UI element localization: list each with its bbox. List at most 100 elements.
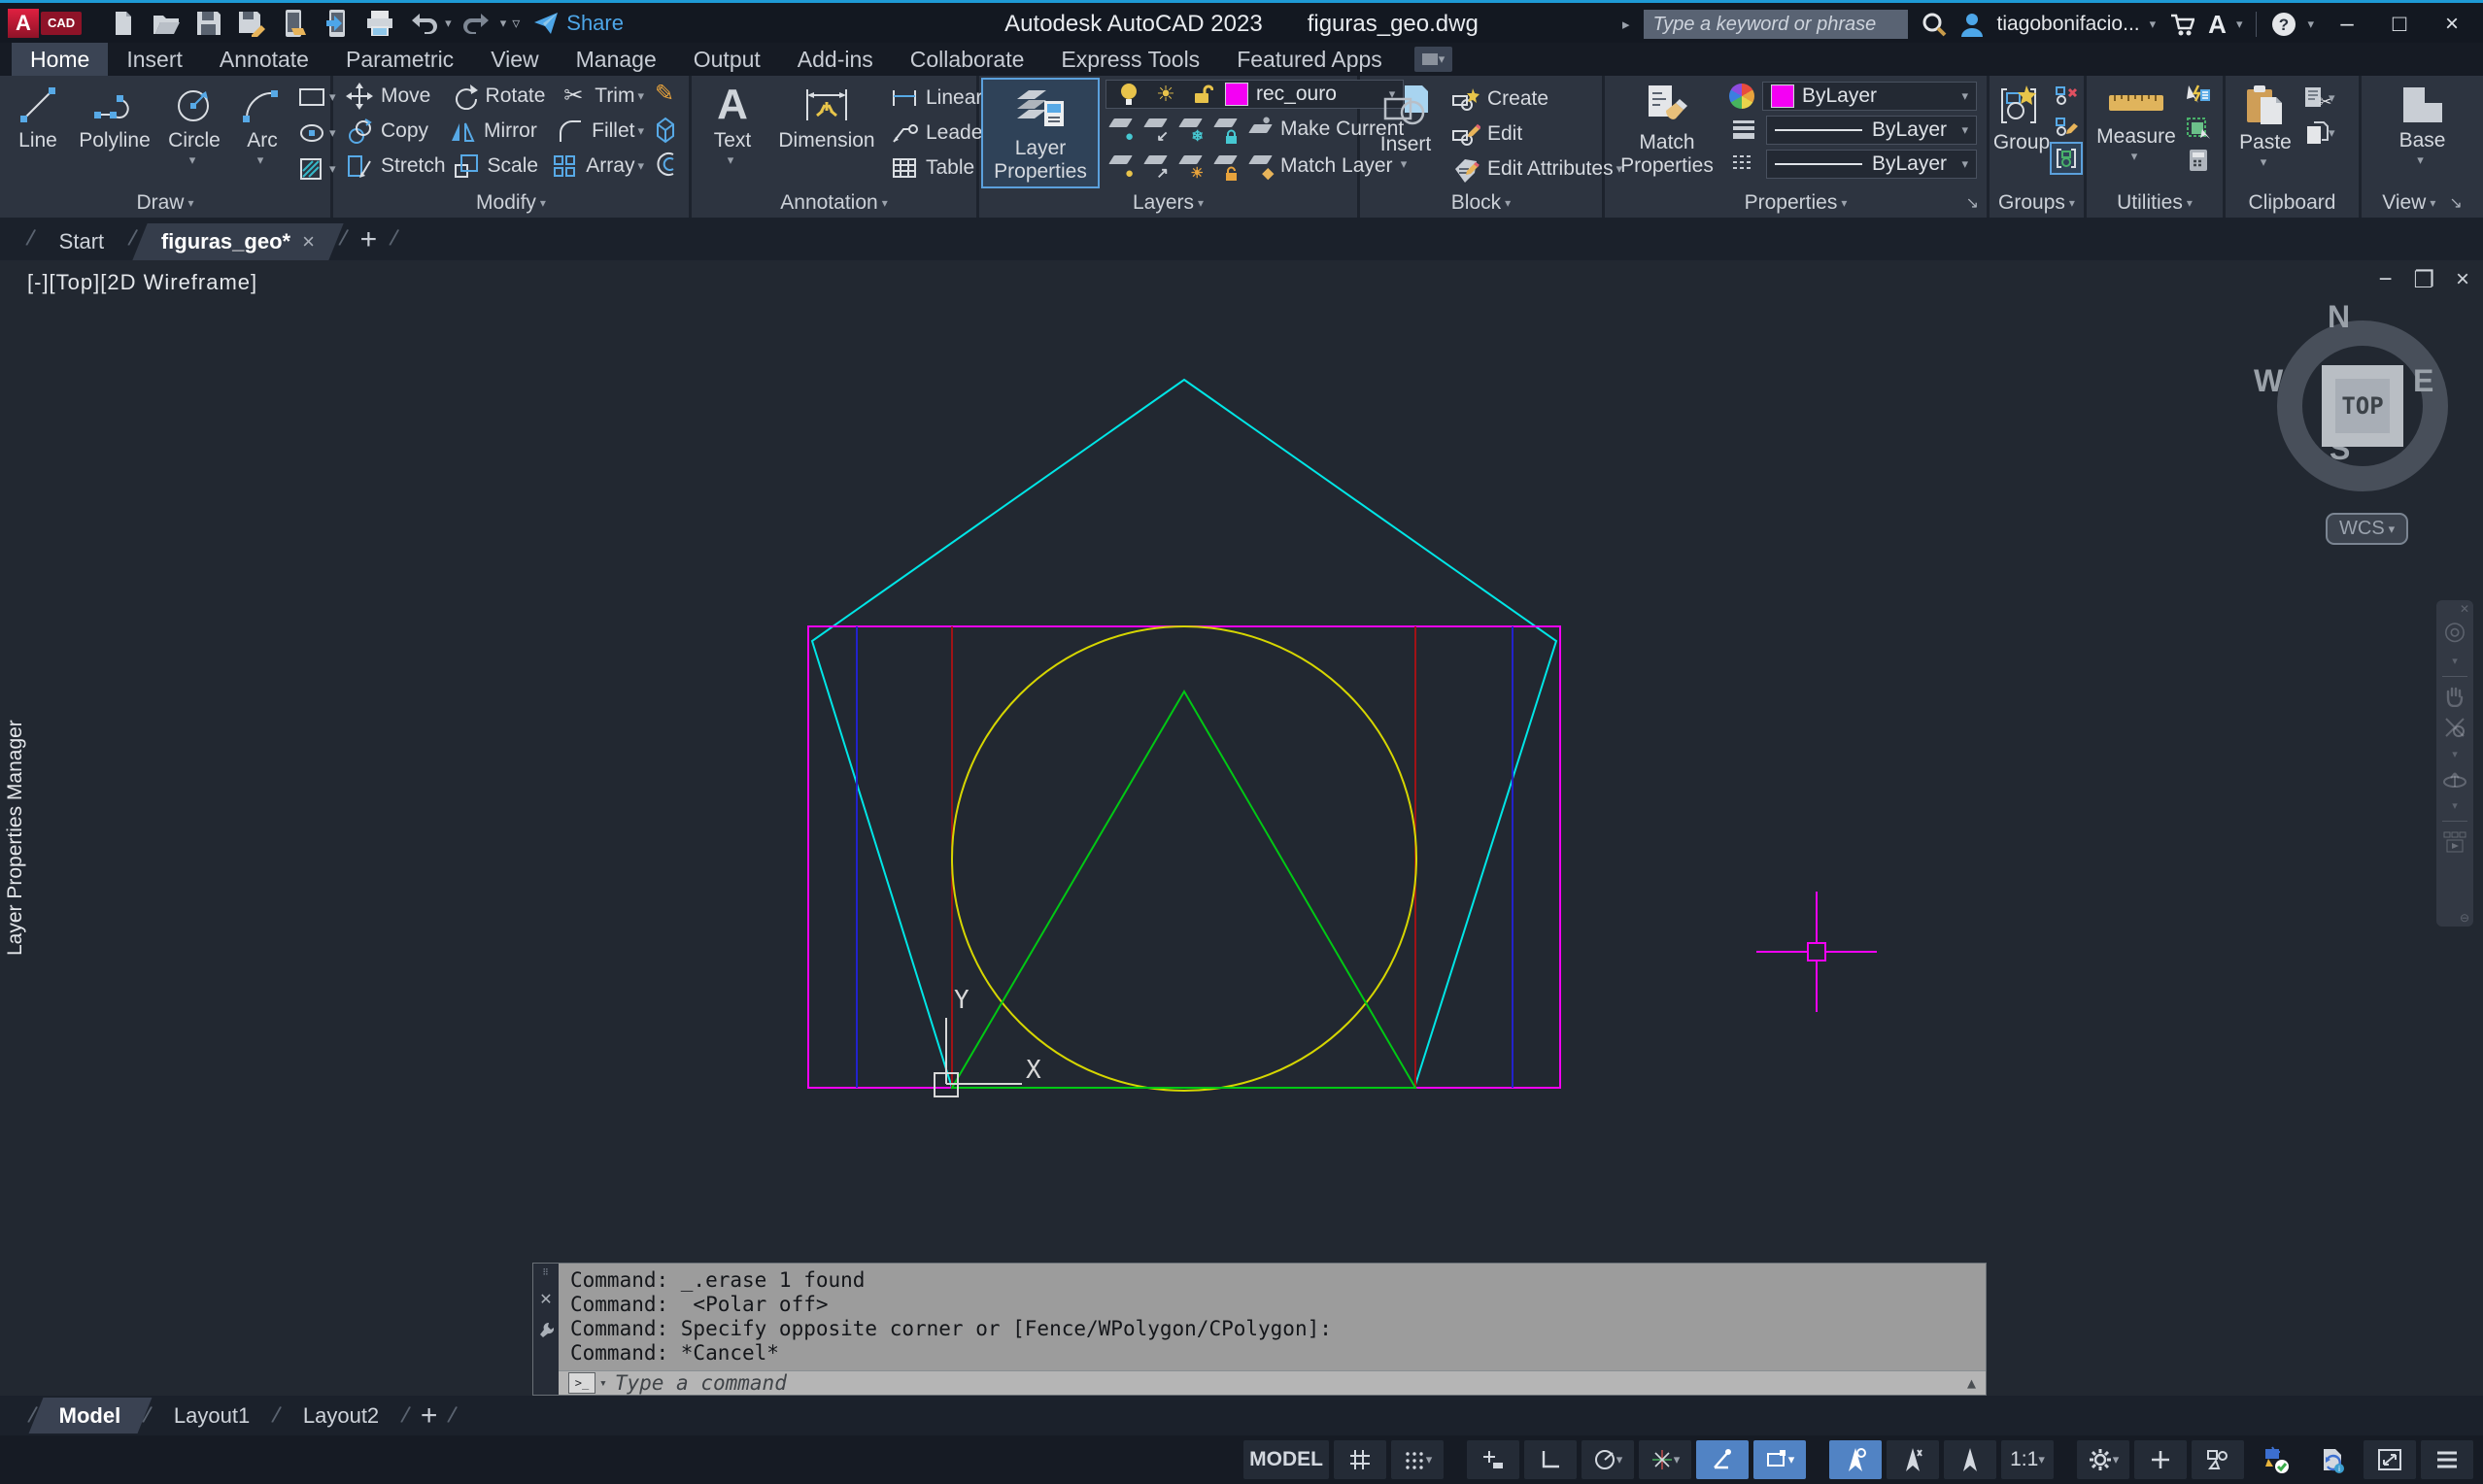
layer-lock-icon[interactable] [1210,115,1240,144]
quick-calculator-icon[interactable] [2184,146,2213,175]
copy-clip-dropdown-icon[interactable]: ▾ [2329,125,2335,141]
layer-thaw-sun-icon[interactable]: ☀ [1151,80,1180,109]
dynamic-input-toggle[interactable]: ▾ [1753,1440,1806,1479]
new-layout-button[interactable]: + [409,1396,450,1435]
layer-unlock-icon[interactable] [1188,80,1217,109]
array-dropdown-icon[interactable]: ▾ [637,158,644,174]
command-wrench-icon[interactable] [538,1321,554,1338]
panel-draw-label[interactable]: Draw▾ [0,191,330,215]
tab-add-ins[interactable]: Add-ins [779,43,892,76]
rectangle-tool-icon[interactable] [297,83,326,112]
annotation-monitor-button[interactable] [2134,1440,2187,1479]
open-from-web-mobile-icon[interactable] [278,8,311,39]
otrack-dropdown-icon[interactable]: ▾ [1674,1452,1681,1467]
workspace-switching-button[interactable]: ▾ [2077,1440,2129,1479]
paste-button[interactable]: Paste ▾ [2233,80,2297,185]
new-drawing-tab-button[interactable]: + [360,223,378,256]
layer-on-all-icon[interactable]: ● [1105,152,1135,181]
base-view-tool[interactable]: Base ▾ [2386,80,2460,185]
help-icon[interactable]: ? [2270,11,2297,38]
layer-unisolate-icon[interactable]: ↗ [1140,152,1170,181]
tab-layout1[interactable]: Layout1 [151,1396,273,1435]
maximize-button[interactable]: □ [2380,5,2419,44]
wcs-dropdown[interactable]: WCS▾ [2326,513,2408,545]
autodesk-dropdown-icon[interactable]: ▾ [2236,17,2243,32]
lineweight-dropdown[interactable]: ByLayer ▾ [1766,116,1977,145]
new-file-icon[interactable] [107,8,140,39]
panel-layers-label[interactable]: Layers▾ [979,191,1357,215]
workspace-dropdown-icon[interactable]: ▾ [2113,1452,2120,1467]
pan-hand-icon[interactable] [2443,686,2466,707]
app-store-cart-icon[interactable] [2169,12,2194,37]
insert-dropdown-icon[interactable]: ▾ [1401,156,1408,172]
viewcube-top-face[interactable]: TOP [2322,365,2403,447]
model-space-toggle[interactable]: MODEL [1243,1440,1329,1479]
viewcube-north[interactable]: N [2328,299,2350,335]
viewport-controls-label[interactable]: [-][Top][2D Wireframe] [27,270,257,295]
ortho-toggle[interactable] [1524,1440,1577,1479]
minimize-button[interactable]: – [2328,5,2366,44]
plot-icon[interactable] [363,8,396,39]
tab-model[interactable]: Model [36,1396,145,1435]
undo-dropdown-icon[interactable]: ▾ [445,16,452,31]
tab-express-tools[interactable]: Express Tools [1042,43,1218,76]
zoom-dropdown-icon[interactable]: ▾ [2452,748,2458,760]
arc-dropdown-icon[interactable]: ▾ [257,152,264,168]
tab-layout2[interactable]: Layout2 [280,1396,402,1435]
zoom-extents-icon[interactable] [2443,716,2466,739]
tab-manage[interactable]: Manage [558,43,675,76]
viewport-restore-icon[interactable]: ❐ [2413,266,2434,294]
scale-tool[interactable]: Scale [452,150,545,183]
tab-featured-apps[interactable]: Featured Apps [1218,43,1401,76]
circle-dropdown-icon[interactable]: ▾ [189,152,196,168]
search-expand-icon[interactable]: ▸ [1622,16,1630,33]
panel-properties-label[interactable]: Properties▾ [1605,191,1987,215]
panel-utilities-label[interactable]: Utilities▾ [2087,191,2223,215]
annotation-visibility-toggle[interactable] [1829,1440,1882,1479]
save-icon[interactable] [192,8,225,39]
tab-insert[interactable]: Insert [108,43,201,76]
hardware-acceleration-button[interactable] [2249,1440,2301,1479]
hatch-tool-icon[interactable] [297,154,326,184]
dynamic-input-dropdown-icon[interactable]: ▾ [1788,1452,1795,1467]
close-button[interactable]: × [2432,5,2471,44]
panel-groups-label[interactable]: Groups▾ [1990,191,2084,215]
copy-tool[interactable]: Copy [345,115,442,148]
measure-tool[interactable]: Measure ▾ [2092,80,2180,185]
navbar-close-icon[interactable]: ✕ [2460,602,2469,616]
edit-block-tool[interactable]: Edit [1451,118,1622,149]
match-properties-button[interactable]: Match Properties [1613,80,1721,185]
polyline-tool[interactable]: Polyline [74,80,155,185]
select-similar-icon[interactable] [2184,114,2213,143]
open-folder-icon[interactable] [150,8,183,39]
grid-toggle[interactable] [1334,1440,1386,1479]
panel-modify-label[interactable]: Modify▾ [333,191,689,215]
object-snap-tracking-toggle[interactable]: ▾ [1639,1440,1691,1479]
circle-tool[interactable]: Circle ▾ [161,80,227,185]
command-expand-icon[interactable]: ▲ [1967,1374,1976,1392]
scale-dropdown-icon[interactable]: ▾ [2038,1452,2045,1467]
undo-icon[interactable] [406,8,439,39]
fillet-dropdown-icon[interactable]: ▾ [637,123,644,139]
help-dropdown-icon[interactable]: ▾ [2307,17,2314,32]
linetype-dropdown[interactable]: ByLayer ▾ [1766,150,1977,179]
annotation-scale-button[interactable] [1944,1440,1996,1479]
navbar-collapse-icon[interactable]: ⊖ [2460,911,2469,925]
navigation-wheel-dropdown-icon[interactable]: ▾ [2452,655,2458,667]
orbit-icon[interactable] [2442,769,2467,791]
command-history[interactable]: Command: _.erase 1 foundCommand: <Polar … [559,1264,1986,1370]
snap-dropdown-icon[interactable]: ▾ [1426,1452,1433,1467]
customization-button[interactable] [2421,1440,2473,1479]
drawing-canvas[interactable]: YX [-][Top][2D Wireframe] − ❐ × Layer Pr… [0,260,2483,1396]
move-tool[interactable]: Move [345,80,444,113]
edit-attributes-tool[interactable]: Edit Attributes▾ [1451,154,1622,185]
group-selection-toggle-icon[interactable] [2052,144,2081,173]
base-dropdown-icon[interactable]: ▾ [2417,152,2424,168]
isolate-objects-button[interactable] [2192,1440,2244,1479]
fillet-tool[interactable]: Fillet▾ [556,115,644,148]
layer-on-bulb-icon[interactable] [1114,80,1143,109]
layer-thaw-all-icon[interactable]: ☀ [1175,152,1205,181]
viewcube-west[interactable]: W [2254,363,2283,399]
yellow-circle[interactable] [952,626,1416,1091]
tab-annotate[interactable]: Annotate [201,43,327,76]
